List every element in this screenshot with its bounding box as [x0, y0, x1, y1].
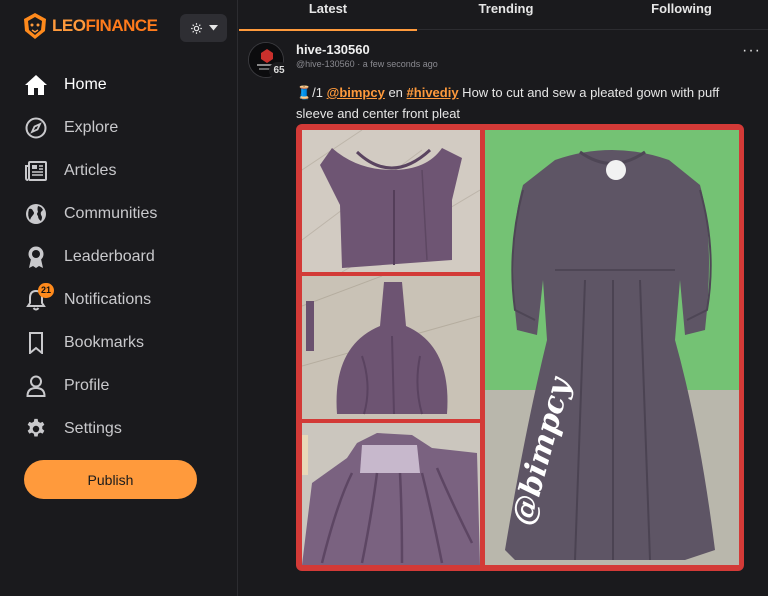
gear-icon: [24, 417, 48, 441]
tab-following[interactable]: Following: [595, 0, 768, 30]
post-meta: @hive-130560 · a few seconds ago: [296, 59, 438, 69]
award-icon: [24, 245, 48, 269]
sidebar-item-label: Home: [64, 75, 107, 93]
globe-icon: [24, 202, 48, 226]
sidebar-item-communities[interactable]: Communities: [0, 192, 238, 235]
sidebar-nav: Home Explore Articles Communities Leader…: [0, 63, 238, 450]
sidebar-item-label: Bookmarks: [64, 333, 145, 351]
settings-dropdown-button[interactable]: [180, 14, 227, 42]
tab-trending[interactable]: Trending: [417, 0, 595, 30]
sidebar-item-bookmarks[interactable]: Bookmarks: [0, 321, 238, 364]
photo-pleats: [302, 423, 480, 565]
photo-full-gown: @bimpcy: [485, 130, 739, 565]
bookmark-icon: [24, 331, 48, 355]
sidebar: LEOFINANCE Home Explore Articles Communi…: [0, 0, 238, 596]
leofinance-logo[interactable]: LEOFINANCE: [22, 12, 158, 40]
sidebar-item-label: Notifications: [64, 290, 152, 308]
post-author[interactable]: hive-130560: [296, 42, 370, 57]
sidebar-item-profile[interactable]: Profile: [0, 364, 238, 407]
publish-button[interactable]: Publish: [24, 460, 197, 499]
sidebar-item-label: Profile: [64, 376, 110, 394]
sidebar-item-label: Settings: [64, 419, 122, 437]
photo-bodice: [302, 130, 480, 272]
notification-count-badge: 21: [38, 283, 55, 298]
hashtag-link[interactable]: #hivediy: [407, 85, 459, 100]
sidebar-item-articles[interactable]: Articles: [0, 149, 238, 192]
sidebar-item-label: Leaderboard: [64, 247, 155, 265]
caret-down-icon: [208, 25, 218, 31]
photo-skirt: [302, 276, 480, 419]
thread-prefix: 🧵/1: [296, 85, 327, 100]
sidebar-item-home[interactable]: Home: [0, 63, 238, 106]
feed-tabs: Latest Trending Following: [239, 0, 768, 31]
sidebar-item-explore[interactable]: Explore: [0, 106, 238, 149]
user-icon: [24, 374, 48, 398]
brand-name: LEOFINANCE: [52, 16, 158, 36]
lion-logo-icon: [24, 13, 46, 39]
gear-icon: [190, 22, 202, 34]
sidebar-item-notifications[interactable]: 21 Notifications: [0, 278, 238, 321]
post-time: a few seconds ago: [362, 59, 438, 69]
newspaper-icon: [24, 159, 48, 183]
brand-leo: LEO: [52, 16, 86, 35]
main-feed: Latest Trending Following 65 hive-130560…: [239, 0, 768, 596]
post-body: 🧵/1 @bimpcy en #hivediy How to cut and s…: [296, 82, 756, 124]
post-handle[interactable]: @hive-130560: [296, 59, 355, 69]
compass-icon: [24, 116, 48, 140]
sidebar-item-label: Articles: [64, 161, 117, 179]
sidebar-item-label: Explore: [64, 118, 119, 136]
sidebar-item-leaderboard[interactable]: Leaderboard: [0, 235, 238, 278]
sidebar-item-label: Communities: [64, 204, 158, 222]
more-options-icon[interactable]: ···: [742, 43, 761, 59]
home-icon: [24, 73, 48, 97]
sidebar-item-settings[interactable]: Settings: [0, 407, 238, 450]
tab-latest[interactable]: Latest: [239, 0, 417, 31]
mention-link[interactable]: @bimpcy: [327, 85, 385, 100]
text-en: en: [384, 85, 407, 100]
reputation-badge: 65: [269, 62, 289, 79]
post-image[interactable]: @bimpcy: [296, 124, 744, 571]
brand-finance: FINANCE: [85, 16, 158, 35]
